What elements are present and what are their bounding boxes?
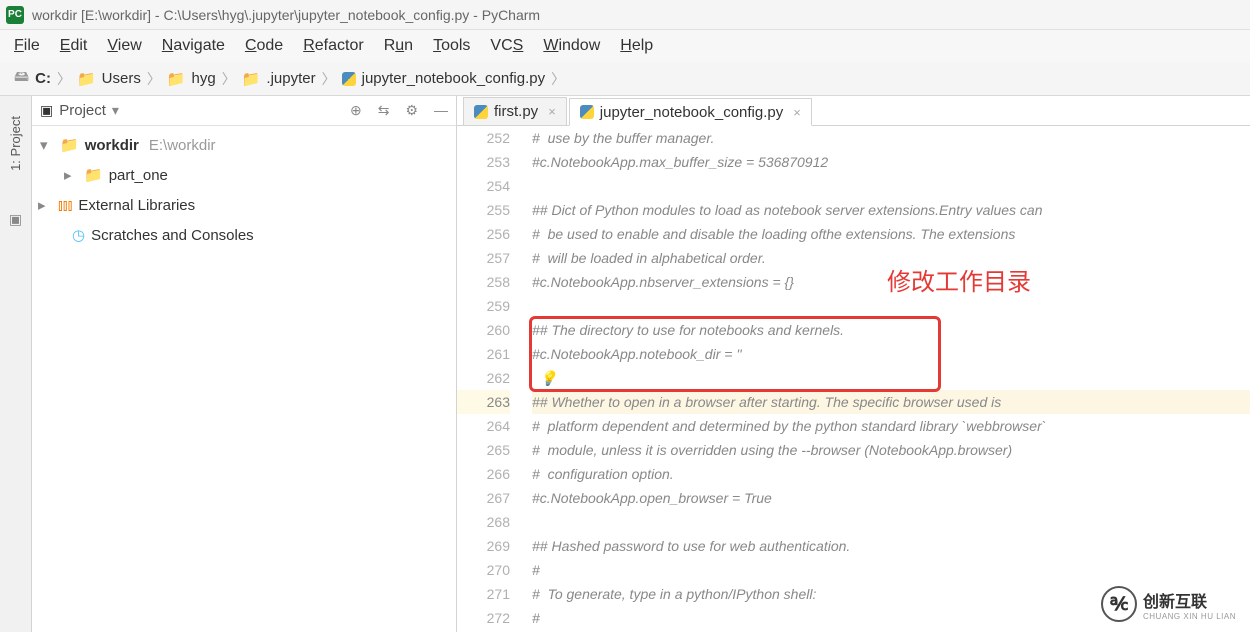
chevron-right-icon: ▸ (38, 196, 52, 214)
menu-edit[interactable]: Edit (60, 37, 88, 55)
code-line[interactable]: ## The directory to use for notebooks an… (532, 318, 1250, 342)
folder-icon: 📁 (84, 166, 103, 184)
folder-icon: 📁 (60, 136, 79, 154)
project-panel: ▣ Project ▾ ⊕ ⇆ ⚙ — ▾ 📁 workdir E:\workd… (32, 96, 457, 632)
project-tree: ▾ 📁 workdir E:\workdir ▸ 📁 part_one ▸ ⫾⫾… (32, 126, 456, 254)
python-icon (474, 105, 488, 119)
tree-item-external-libs[interactable]: ▸ ⫾⫾⫾ External Libraries (32, 190, 456, 220)
tree-item-scratches[interactable]: ◷ Scratches and Consoles (32, 220, 456, 250)
project-panel-title: Project (59, 102, 106, 119)
minimize-icon[interactable]: — (434, 102, 448, 119)
tab-first-py[interactable]: first.py × (463, 97, 567, 125)
menu-vcs[interactable]: VCS (490, 37, 523, 55)
breadcrumb: 🖴C: 〉 📁Users 〉 📁hyg 〉 📁.jupyter 〉 jupyte… (0, 62, 1250, 96)
sidebar-folder-icon[interactable]: ▣ (9, 211, 22, 228)
tab-label: jupyter_notebook_config.py (600, 104, 783, 121)
watermark-text: 创新互联 (1143, 588, 1236, 612)
scratch-icon: ◷ (72, 226, 85, 244)
menu-file[interactable]: File (14, 37, 40, 55)
code-lines[interactable]: # use by the buffer manager.#c.NotebookA… (522, 126, 1250, 632)
menu-view[interactable]: View (107, 37, 141, 55)
window-title: workdir [E:\workdir] - C:\Users\hyg\.jup… (32, 7, 540, 23)
gutter: 2522532542552562572582592602612622632642… (457, 126, 522, 632)
python-icon (580, 105, 594, 119)
chevron-icon: 〉 (57, 69, 71, 89)
chevron-icon: 〉 (322, 69, 336, 89)
code-line[interactable]: #c.NotebookApp.max_buffer_size = 5368709… (532, 150, 1250, 174)
chevron-icon: 〉 (551, 69, 565, 89)
dropdown-icon[interactable]: ▾ (112, 102, 119, 119)
folder-icon: 📁 (167, 70, 186, 88)
folder-icon: 📁 (77, 70, 96, 88)
code-line[interactable]: #c.NotebookApp.notebook_dir = '' (532, 342, 1250, 366)
tool-sidebar: 1: Project ▣ (0, 96, 32, 632)
tab-label: first.py (494, 103, 538, 120)
menu-run[interactable]: Run (384, 37, 413, 55)
editor-tabs: first.py × jupyter_notebook_config.py × (457, 96, 1250, 126)
breadcrumb-item-users[interactable]: 📁Users (73, 70, 145, 88)
code-line[interactable]: # module, unless it is overridden using … (532, 438, 1250, 462)
close-icon[interactable]: × (793, 105, 801, 120)
target-icon[interactable]: ⊕ (350, 102, 362, 119)
tree-item-workdir[interactable]: ▾ 📁 workdir E:\workdir (32, 130, 456, 160)
menu-navigate[interactable]: Navigate (162, 37, 225, 55)
tab-jupyter-config[interactable]: jupyter_notebook_config.py × (569, 98, 812, 126)
python-icon (342, 72, 356, 86)
titlebar: PC workdir [E:\workdir] - C:\Users\hyg\.… (0, 0, 1250, 30)
code-line[interactable]: # platform dependent and determined by t… (532, 414, 1250, 438)
code-line[interactable]: # (532, 558, 1250, 582)
close-icon[interactable]: × (548, 104, 556, 119)
library-icon: ⫾⫾⫾ (58, 197, 72, 214)
chevron-icon: 〉 (147, 69, 161, 89)
main-area: 1: Project ▣ ▣ Project ▾ ⊕ ⇆ ⚙ — ▾ 📁 wor… (0, 96, 1250, 632)
breadcrumb-item-jupyter[interactable]: 📁.jupyter (238, 70, 320, 88)
watermark-icon: ℀ (1101, 586, 1137, 622)
project-panel-tools: ⊕ ⇆ ⚙ — (350, 102, 448, 119)
folder-icon: 📁 (242, 70, 261, 88)
project-panel-header: ▣ Project ▾ ⊕ ⇆ ⚙ — (32, 96, 456, 126)
folder-icon: ▣ (40, 102, 53, 119)
menu-help[interactable]: Help (620, 37, 653, 55)
watermark: ℀ 创新互联 CHUANG XIN HU LIAN (1101, 586, 1236, 622)
menu-tools[interactable]: Tools (433, 37, 470, 55)
code-line[interactable]: # configuration option. (532, 462, 1250, 486)
sidebar-tab-project[interactable]: 1: Project (8, 116, 23, 171)
menu-code[interactable]: Code (245, 37, 283, 55)
code-editor[interactable]: 2522532542552562572582592602612622632642… (457, 126, 1250, 632)
code-line[interactable]: # use by the buffer manager. (532, 126, 1250, 150)
annotation-text: 修改工作目录 (887, 262, 1031, 297)
chevron-right-icon: ▸ (64, 166, 78, 184)
code-line[interactable]: ## Hashed password to use for web authen… (532, 534, 1250, 558)
bulb-icon[interactable]: 💡 (540, 370, 557, 386)
editor-area: first.py × jupyter_notebook_config.py × … (457, 96, 1250, 632)
menubar: File Edit View Navigate Code Refactor Ru… (0, 30, 1250, 62)
code-line[interactable] (532, 174, 1250, 198)
gear-icon[interactable]: ⚙ (405, 102, 418, 119)
code-line[interactable]: # be used to enable and disable the load… (532, 222, 1250, 246)
menu-window[interactable]: Window (543, 37, 600, 55)
code-line[interactable]: #c.NotebookApp.open_browser = True (532, 486, 1250, 510)
chevron-icon: 〉 (222, 69, 236, 89)
breadcrumb-item-file[interactable]: jupyter_notebook_config.py (338, 70, 549, 87)
breadcrumb-item-c[interactable]: 🖴C: (10, 66, 55, 91)
chevron-down-icon: ▾ (40, 136, 54, 154)
collapse-icon[interactable]: ⇆ (378, 102, 390, 119)
tree-item-part-one[interactable]: ▸ 📁 part_one (32, 160, 456, 190)
code-line[interactable] (532, 510, 1250, 534)
watermark-sub: CHUANG XIN HU LIAN (1143, 612, 1236, 621)
code-line[interactable] (532, 294, 1250, 318)
app-icon: PC (6, 6, 24, 24)
code-line[interactable]: ## Dict of Python modules to load as not… (532, 198, 1250, 222)
code-line[interactable]: 💡 (532, 366, 1250, 390)
breadcrumb-item-hyg[interactable]: 📁hyg (163, 70, 220, 88)
menu-refactor[interactable]: Refactor (303, 37, 363, 55)
folder-icon: 🖴 (14, 66, 29, 91)
code-line[interactable]: ## Whether to open in a browser after st… (532, 390, 1250, 414)
